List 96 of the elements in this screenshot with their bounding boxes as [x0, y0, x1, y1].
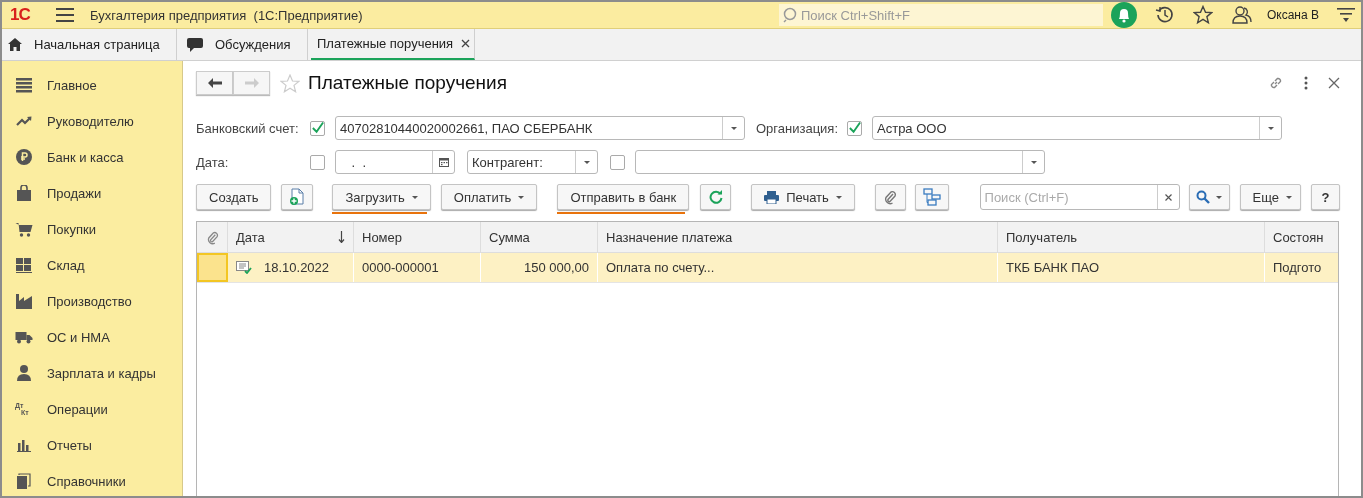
paperclip-icon — [883, 189, 898, 205]
column-header[interactable]: Сумма — [481, 222, 598, 252]
help-button[interactable]: ? — [1311, 184, 1340, 210]
select-field[interactable]: Контрагент: — [467, 150, 598, 174]
structure-button[interactable] — [914, 184, 949, 210]
table-cell: 0000-000001 — [354, 253, 481, 282]
clear-icon — [1164, 193, 1172, 201]
sidebar-item[interactable]: Производство — [2, 283, 182, 319]
sidebar-item[interactable]: ОС и НМА — [2, 319, 182, 355]
close-icon[interactable] — [461, 39, 471, 48]
printer-icon — [764, 190, 780, 204]
attach-button[interactable] — [874, 184, 906, 210]
sidebar-item[interactable]: Отчеты — [2, 427, 182, 463]
column-header[interactable]: Назначение платежа — [598, 222, 998, 252]
column-header[interactable]: Номер — [354, 222, 481, 252]
table-row[interactable]: 18.10.2022 0000-000001 150 000,00 Оплата по счету... ТКБ БАНК ПАО Подгото — [197, 253, 1338, 283]
logo: 1С — [10, 5, 31, 25]
field-label: Организация: — [756, 120, 840, 136]
bag-icon — [15, 185, 33, 201]
new-doc-button[interactable] — [281, 184, 314, 210]
column-header[interactable]: Состоян — [1265, 222, 1338, 252]
user-name[interactable]: Оксана В — [1266, 8, 1319, 22]
search-field[interactable]: Поиск Ctrl+Shift+F — [778, 4, 1103, 26]
refresh-button[interactable] — [700, 184, 732, 210]
table-cell: ТКБ БАНК ПАО — [998, 253, 1265, 282]
menu-icon[interactable] — [56, 8, 74, 22]
menu-icon — [15, 77, 33, 93]
grid-icon — [15, 257, 33, 273]
bell-icon[interactable] — [1110, 2, 1137, 28]
app-title: Бухгалтерия предприятия (1С:Предприятие) — [90, 7, 363, 23]
back-button[interactable] — [196, 71, 233, 95]
tab[interactable]: Обсуждения — [177, 29, 308, 60]
search-button[interactable] — [1188, 184, 1230, 210]
factory-icon — [15, 293, 33, 309]
new-document-icon — [289, 188, 306, 206]
tab[interactable]: Начальная страница — [2, 29, 177, 60]
cart-icon — [15, 221, 33, 237]
select-field[interactable]: 40702810440020002661, ПАО СБЕРБАНК — [335, 116, 745, 140]
truck-icon — [15, 330, 33, 344]
checkbox[interactable] — [610, 154, 625, 170]
settings-menu-icon[interactable] — [1337, 6, 1355, 24]
sort-arrow-icon — [338, 231, 345, 243]
column-header[interactable]: Дата — [228, 222, 354, 252]
calendar-icon[interactable] — [438, 157, 449, 167]
paperclip-icon — [205, 229, 219, 245]
person-icon — [15, 365, 33, 381]
field-label: Дата: — [196, 154, 230, 170]
table-cell: 150 000,00 — [481, 253, 598, 282]
sidebar-item[interactable]: Главное — [2, 67, 182, 103]
document-posted-icon — [236, 261, 252, 274]
history-icon[interactable] — [1154, 5, 1175, 25]
print-button[interactable]: Печать — [751, 184, 855, 210]
star-icon[interactable] — [1192, 5, 1213, 25]
search-icon — [1195, 190, 1210, 204]
sidebar-item[interactable]: Банк и касса — [2, 139, 182, 175]
ruble-icon — [15, 149, 33, 165]
users-icon[interactable] — [1230, 5, 1253, 25]
row-cursor — [197, 253, 228, 282]
forward-arrow-icon — [244, 78, 259, 88]
home-icon — [8, 38, 22, 51]
select-field[interactable]: Астра ООО — [872, 116, 1282, 140]
chat-icon — [187, 37, 203, 52]
back-arrow-icon — [207, 78, 222, 88]
more-icon[interactable] — [1304, 76, 1308, 90]
checkbox[interactable] — [310, 154, 325, 170]
search-icon — [782, 7, 799, 23]
toolbar-button[interactable]: Загрузить — [332, 184, 431, 210]
toolbar-button[interactable]: Оплатить — [440, 184, 538, 210]
search-field[interactable]: Поиск (Ctrl+F) — [979, 184, 1180, 210]
form-title: Платежные поручения — [308, 72, 507, 94]
select-field[interactable] — [635, 150, 1045, 174]
sidebar-item[interactable]: Склад — [2, 247, 182, 283]
structure-icon — [922, 188, 941, 206]
table-cell: 18.10.2022 — [228, 253, 354, 282]
sidebar-item[interactable]: Продажи — [2, 175, 182, 211]
field-label: Банковский счет: — [196, 120, 300, 136]
table-cell: Подгото — [1265, 253, 1338, 282]
checkbox[interactable] — [847, 120, 862, 136]
bar-chart-icon — [15, 438, 33, 452]
books-icon — [15, 473, 33, 489]
date-field[interactable]: . . — [335, 150, 455, 174]
sidebar-item[interactable]: Зарплата и кадры — [2, 355, 182, 391]
refresh-icon — [708, 190, 723, 204]
toolbar-button[interactable]: Отправить в банк — [557, 184, 690, 210]
column-header[interactable]: Получатель — [998, 222, 1265, 252]
close-icon[interactable] — [1328, 77, 1340, 89]
trend-icon — [15, 116, 33, 126]
link-icon[interactable] — [1268, 75, 1284, 91]
checkbox[interactable] — [310, 120, 325, 136]
sidebar-item[interactable]: Руководителю — [2, 103, 182, 139]
more-button[interactable]: Еще — [1239, 184, 1301, 210]
table-cell: Оплата по счету... — [598, 253, 998, 282]
tab[interactable]: Платежные поручения — [311, 29, 476, 60]
sidebar-item[interactable]: Справочники — [2, 463, 182, 496]
sidebar-item[interactable]: Покупки — [2, 211, 182, 247]
toolbar-button[interactable]: Создать — [196, 184, 272, 210]
